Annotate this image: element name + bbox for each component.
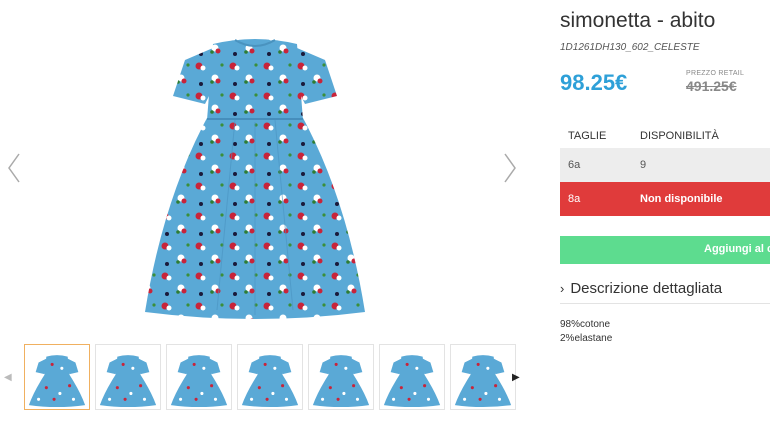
thumb-next-arrow[interactable]: ▶ (512, 372, 522, 384)
thumbnail-5[interactable] (308, 344, 374, 410)
product-info: simonetta - abito 1D1261DH130_602_CELEST… (560, 0, 770, 424)
add-to-cart-label: Aggiungi al ca (704, 243, 770, 255)
thumb-prev-arrow[interactable]: ◀ (4, 372, 14, 384)
chevron-left-icon (8, 153, 20, 183)
availability-column-header: DISPONIBILITÀ (640, 130, 719, 142)
composition-text: 98%cotone 2%elastane (560, 318, 612, 346)
size-row-8a[interactable]: 8a Non disponibile (560, 182, 770, 216)
description-toggle[interactable]: › Descrizione dettagliata (560, 280, 770, 304)
availability-value: Non disponibile (640, 193, 723, 205)
size-row-6a[interactable]: 6a 9 (560, 148, 770, 182)
thumbnail-3[interactable] (166, 344, 232, 410)
size-column-header: TAGLIE (568, 130, 607, 142)
product-gallery: ◀ ▶ (0, 0, 530, 424)
product-sku: 1D1261DH130_602_CELESTE (560, 42, 700, 53)
retail-price: 491.25€ (686, 78, 737, 94)
product-title: simonetta - abito (560, 9, 716, 32)
prev-image-button[interactable] (4, 150, 24, 186)
thumbnail-7[interactable] (450, 344, 516, 410)
sizes-header: TAGLIE DISPONIBILITÀ (560, 126, 770, 148)
availability-value: 9 (640, 159, 647, 171)
retail-price-label: PREZZO RETAIL (686, 70, 745, 77)
size-label: 8a (568, 193, 581, 205)
thumbnail-4[interactable] (237, 344, 303, 410)
chevron-right-icon: › (560, 281, 565, 296)
size-label: 6a (568, 159, 581, 171)
sizes-table: TAGLIE DISPONIBILITÀ 6a 9 8a Non disponi… (560, 126, 770, 216)
thumbnail-2[interactable] (95, 344, 161, 410)
add-to-cart-button[interactable]: Aggiungi al ca (560, 236, 770, 264)
description-toggle-label: Descrizione dettagliata (570, 280, 723, 297)
dress-image (145, 39, 365, 319)
composition-line: 2%elastane (560, 333, 613, 344)
main-product-image (125, 30, 385, 330)
product-price: 98.25€ (560, 70, 628, 95)
thumbnail-1[interactable] (24, 344, 90, 410)
chevron-right-icon (504, 153, 516, 183)
next-image-button[interactable] (500, 150, 520, 186)
composition-line: 98%cotone (560, 319, 611, 330)
thumbnail-strip: ◀ ▶ (0, 342, 530, 414)
thumbnail-6[interactable] (379, 344, 445, 410)
